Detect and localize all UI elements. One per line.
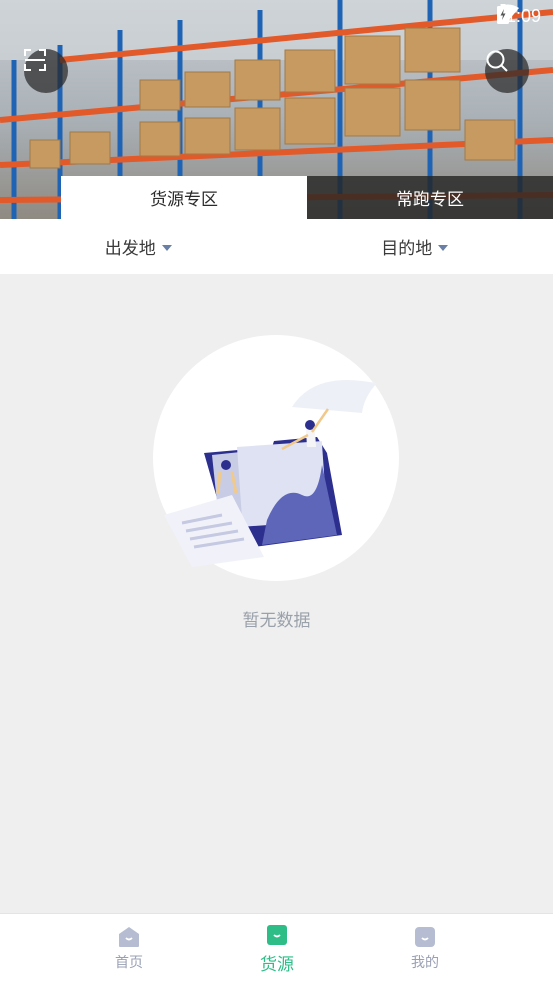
origin-filter[interactable]: 出发地 [0, 219, 277, 274]
search-button[interactable] [485, 49, 529, 93]
nav-profile[interactable]: 我的 [351, 914, 499, 984]
nav-home[interactable]: 首页 [55, 914, 203, 984]
caret-down-icon [438, 245, 448, 251]
zone-tabs: 货源专区 常跑专区 [61, 176, 553, 219]
empty-state-message: 暂无数据 [0, 606, 553, 631]
scan-button[interactable] [24, 49, 68, 93]
search-icon [485, 49, 509, 73]
origin-filter-label: 出发地 [105, 234, 156, 259]
destination-filter-label: 目的地 [381, 234, 432, 259]
bottom-nav: 首页 货源 我的 [0, 913, 553, 984]
filter-bar: 出发地 目的地 [0, 219, 553, 274]
nav-profile-label: 我的 [411, 952, 439, 972]
cargo-icon [265, 924, 289, 946]
tab-label: 常跑专区 [396, 185, 464, 210]
destination-filter[interactable]: 目的地 [277, 219, 553, 274]
nav-home-label: 首页 [115, 952, 143, 972]
status-bar: 11:09 [497, 4, 541, 28]
scan-frame-icon [24, 49, 46, 71]
nav-cargo[interactable]: 货源 [203, 914, 351, 984]
battery-icon [497, 4, 509, 24]
warehouse-banner: 11:09 货源专区 常跑专区 [0, 0, 553, 219]
tab-label: 货源专区 [150, 185, 218, 210]
tab-regular-routes[interactable]: 常跑专区 [307, 176, 553, 219]
profile-icon [413, 926, 437, 948]
empty-folder-illustration [152, 335, 402, 585]
tab-cargo-zone[interactable]: 货源专区 [61, 176, 307, 219]
caret-down-icon [162, 245, 172, 251]
home-icon [117, 926, 141, 948]
nav-cargo-label: 货源 [260, 950, 294, 975]
